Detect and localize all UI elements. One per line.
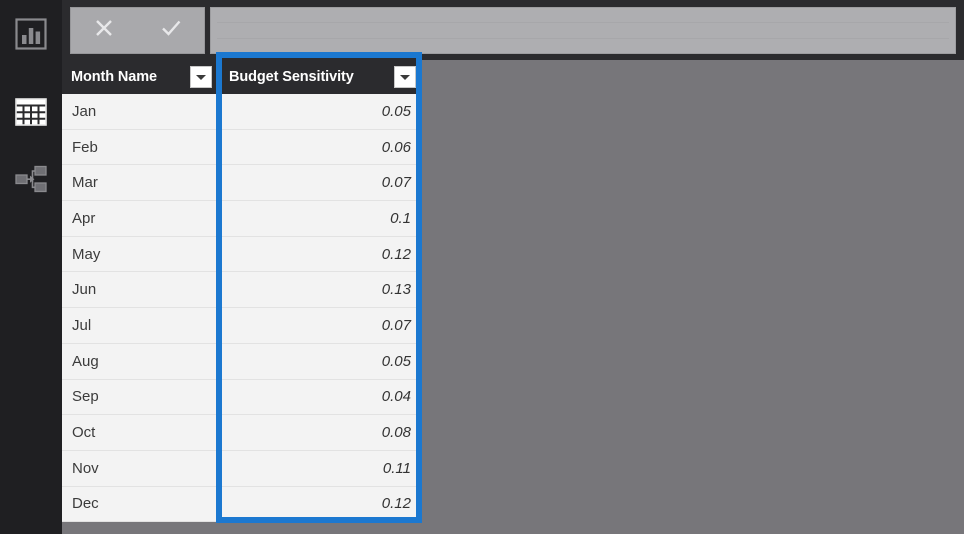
cell-budget-sensitivity[interactable]: 0.04 <box>218 379 422 415</box>
cell-month-name[interactable]: Jul <box>62 308 218 343</box>
table-row[interactable]: Dec 0.12 <box>62 486 422 523</box>
filter-dropdown-month-name[interactable] <box>190 66 212 88</box>
bar-chart-icon <box>14 17 48 51</box>
cell-month-name[interactable]: May <box>62 236 218 272</box>
cell-month-name[interactable]: Sep <box>62 379 218 415</box>
table-row[interactable]: Jun 0.13 <box>62 272 422 309</box>
close-icon <box>91 15 117 46</box>
column-header-month-name[interactable]: Month Name <box>62 60 218 94</box>
filter-dropdown-budget-sensitivity[interactable] <box>394 66 416 88</box>
accept-formula-button[interactable] <box>143 8 199 53</box>
table-row[interactable]: Oct 0.08 <box>62 415 422 451</box>
sidebar-item-data[interactable] <box>0 84 62 140</box>
check-icon <box>158 15 184 46</box>
table-row[interactable]: Jul 0.07 <box>62 308 422 344</box>
cancel-formula-button[interactable] <box>76 8 132 53</box>
data-grid: Month Name Budget Sensitivity Jan 0.05 F… <box>62 60 422 523</box>
table-row[interactable]: Sep 0.04 <box>62 379 422 416</box>
cell-month-name[interactable]: Apr <box>62 201 218 236</box>
cell-budget-sensitivity[interactable]: 0.07 <box>218 308 422 343</box>
cell-month-name[interactable]: Dec <box>62 486 218 522</box>
chevron-down-icon <box>400 74 410 80</box>
column-header-label: Budget Sensitivity <box>229 69 354 85</box>
grid-body: Jan 0.05 Feb 0.06 Mar 0.07 Apr 0.1 May 0… <box>62 94 422 523</box>
left-sidebar <box>0 0 62 534</box>
relationship-diagram-icon <box>14 161 48 195</box>
table-row[interactable]: Apr 0.1 <box>62 201 422 237</box>
table-row[interactable]: May 0.12 <box>62 236 422 273</box>
cell-budget-sensitivity[interactable]: 0.07 <box>218 165 422 201</box>
cell-budget-sensitivity[interactable]: 0.06 <box>218 129 422 165</box>
sidebar-item-report[interactable] <box>0 6 62 62</box>
cell-budget-sensitivity[interactable]: 0.1 <box>218 201 422 236</box>
sidebar-item-model[interactable] <box>0 150 62 206</box>
formula-line-2 <box>217 38 949 39</box>
table-row[interactable]: Feb 0.06 <box>62 129 422 166</box>
cell-month-name[interactable]: Aug <box>62 343 218 379</box>
formula-line-1 <box>217 22 949 23</box>
cell-month-name[interactable]: Nov <box>62 450 218 486</box>
cell-budget-sensitivity[interactable]: 0.13 <box>218 272 422 308</box>
cell-month-name[interactable]: Oct <box>62 415 218 450</box>
cell-month-name[interactable]: Feb <box>62 129 218 165</box>
cell-budget-sensitivity[interactable]: 0.08 <box>218 415 422 450</box>
cell-month-name[interactable]: Jan <box>62 94 218 129</box>
cell-budget-sensitivity[interactable]: 0.11 <box>218 450 422 486</box>
cell-month-name[interactable]: Jun <box>62 272 218 308</box>
chevron-down-icon <box>196 74 206 80</box>
formula-action-group <box>70 7 205 54</box>
table-grid-icon <box>14 95 48 129</box>
cell-budget-sensitivity[interactable]: 0.05 <box>218 94 422 129</box>
cell-month-name[interactable]: Mar <box>62 165 218 201</box>
table-row[interactable]: Jan 0.05 <box>62 94 422 130</box>
formula-input[interactable] <box>210 7 956 54</box>
cell-budget-sensitivity[interactable]: 0.12 <box>218 236 422 272</box>
cell-budget-sensitivity[interactable]: 0.05 <box>218 343 422 379</box>
column-header-budget-sensitivity[interactable]: Budget Sensitivity <box>218 60 422 94</box>
formula-bar-strip <box>62 0 964 60</box>
table-row[interactable]: Aug 0.05 <box>62 343 422 380</box>
column-header-label: Month Name <box>71 69 158 85</box>
cell-budget-sensitivity[interactable]: 0.12 <box>218 486 422 522</box>
table-row[interactable]: Mar 0.07 <box>62 165 422 202</box>
grid-header-row: Month Name Budget Sensitivity <box>62 60 422 94</box>
app-window: Month Name Budget Sensitivity Jan 0.05 F… <box>0 0 964 534</box>
table-row[interactable]: Nov 0.11 <box>62 450 422 487</box>
